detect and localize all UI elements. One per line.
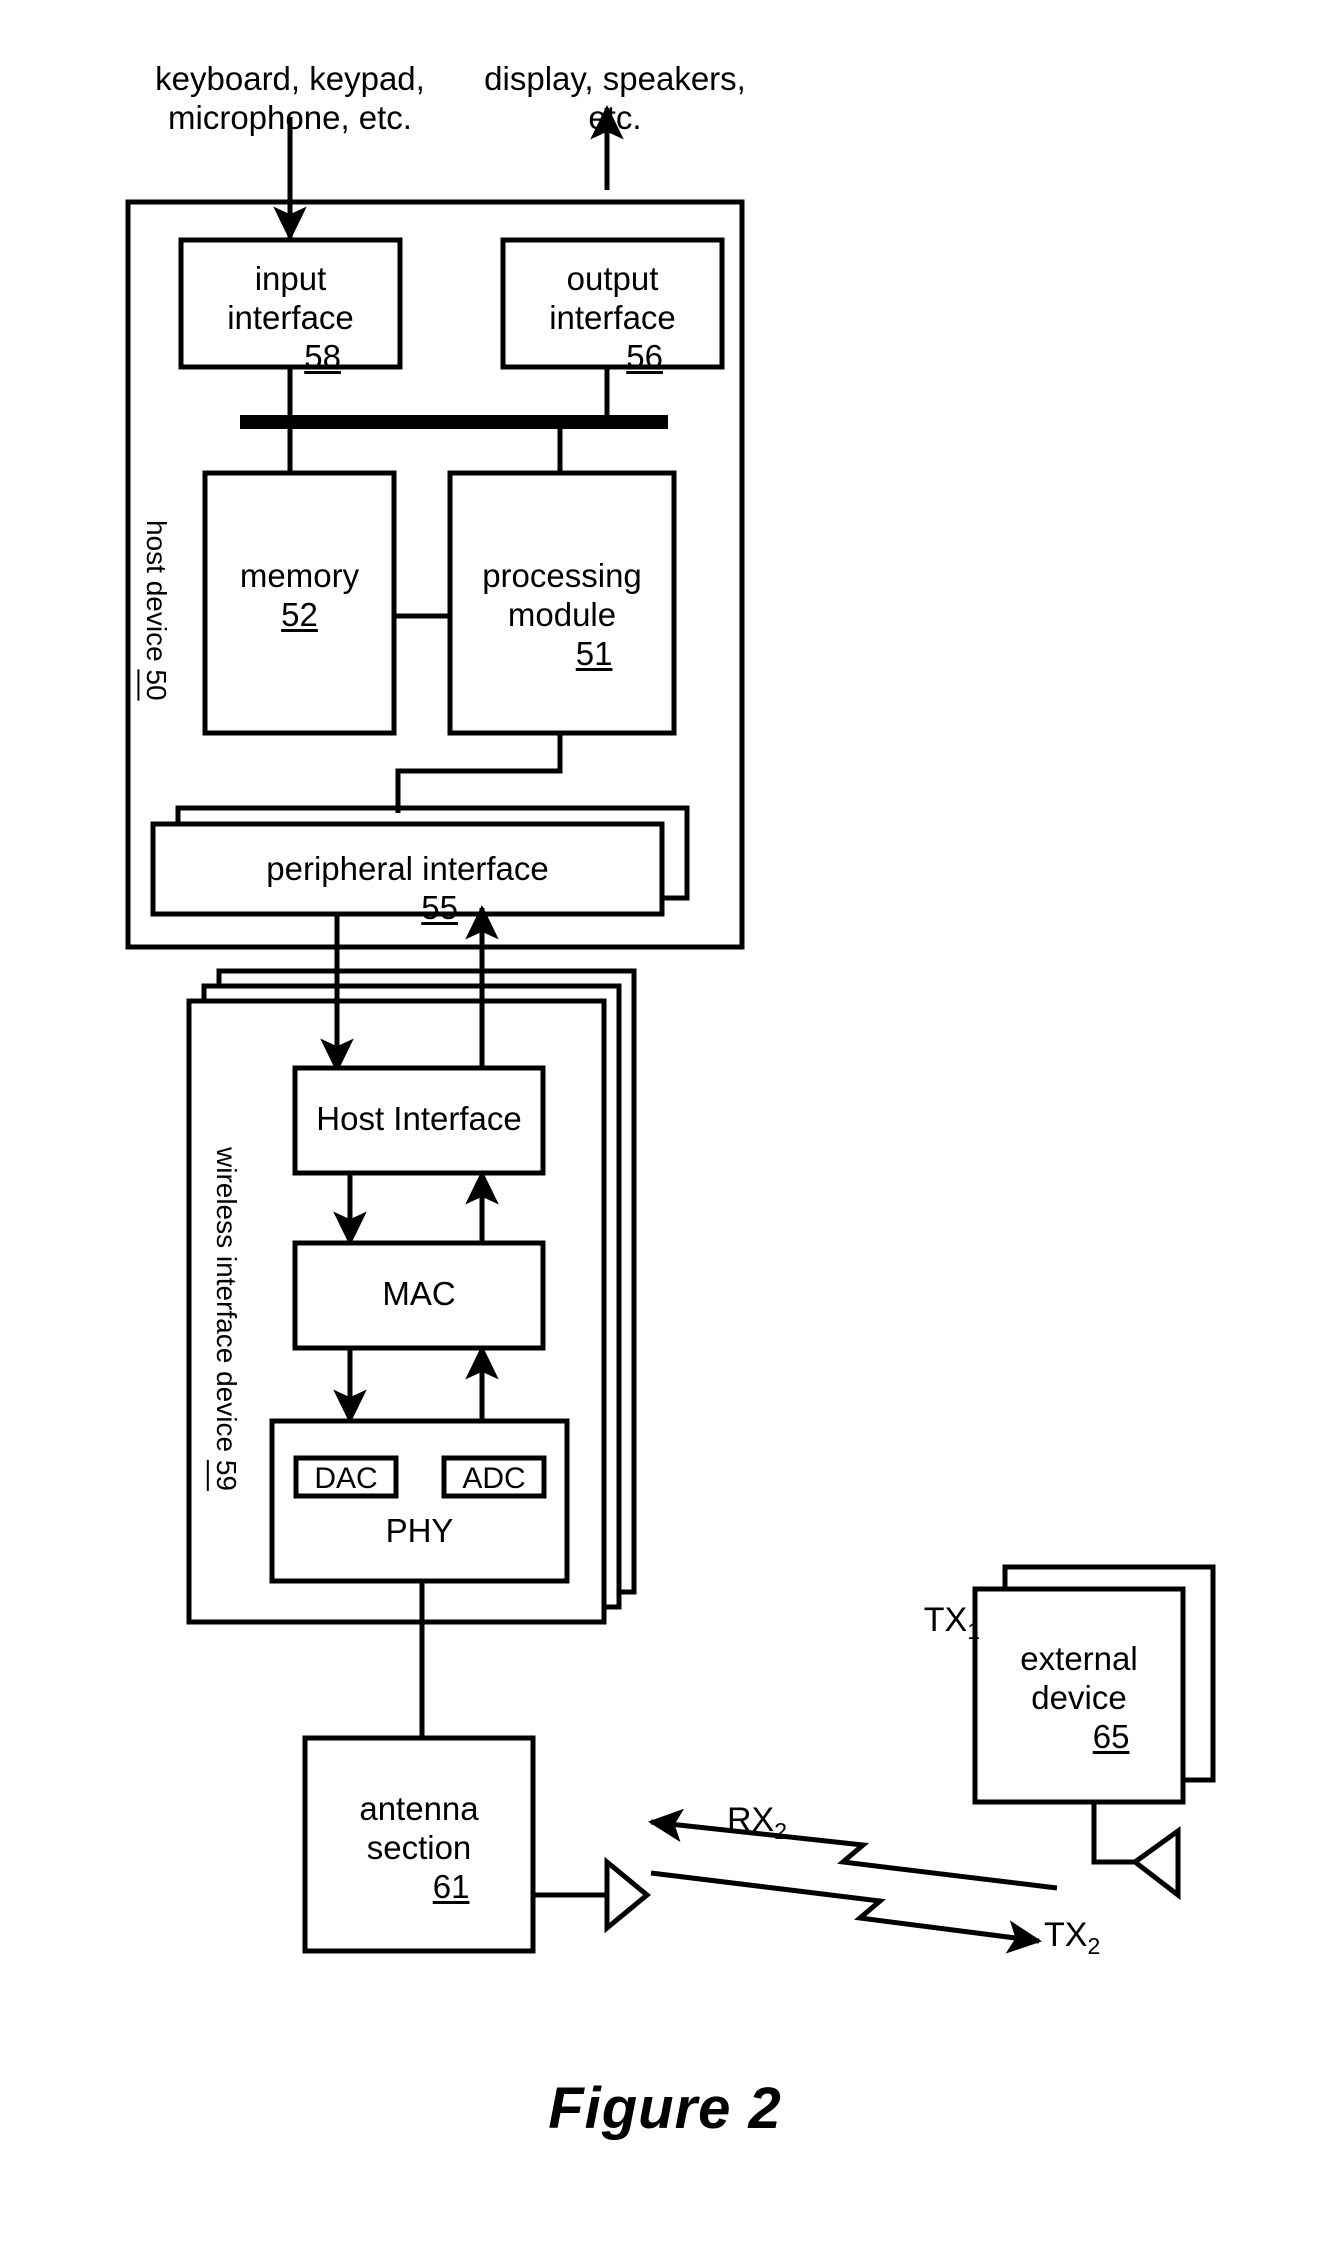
rx2-text: RX [727,1801,775,1839]
tx2-lightning-arrow [650,1870,1042,1954]
host-device-enclosure-label: host device 50 [141,470,172,750]
phy-box [269,1418,570,1584]
figure-caption: Figure 2 [548,2076,782,2141]
tx2-subscript: 2 [1087,1932,1101,1959]
input-interface-ref: 58 [304,337,341,375]
host-device-label-text: host device [141,519,172,662]
external-device-feed-line [1091,1802,1135,1865]
output-interface-ref: 56 [626,337,663,375]
output-interface-line2: interface [549,298,676,336]
external-device-line1: external [1020,1640,1138,1677]
input-sources-annotation: keyboard, keypad, microphone, etc. [155,60,425,136]
patent-figure-2: keyboard, keypad, microphone, etc. displ… [0,0,1331,2243]
rx2-subscript: 2 [774,1817,788,1844]
external-device-ref: 65 [1092,1717,1130,1755]
antenna-section-line2: section [366,1828,472,1866]
external-device-line2: device [1031,1678,1127,1716]
processing-module-line1: processing [482,557,642,594]
processing-module-ref: 51 [575,634,613,672]
output-interface-label: output interface 56 [503,260,722,377]
wireless-device-label-text: wireless interface device [211,1147,242,1453]
peripheral-interface-label: peripheral interface 55 [153,850,662,928]
wireless-device-enclosure-label: wireless interface device 59 [211,1104,242,1534]
processing-to-peripheral-connector [395,733,563,813]
antenna-section-line1: antenna [359,1790,479,1827]
memory-label: memory 52 [205,557,394,635]
antenna-section-label: antenna section 61 [305,1790,533,1907]
tx1-text: TX [923,1601,968,1639]
host-interface-label: Host Interface [316,1100,522,1137]
output-sinks-annotation: display, speakers, etc. [484,60,746,136]
tx2-signal-label: TX2 [1044,1915,1154,1960]
rx2-signal-label: RX2 [727,1800,837,1845]
tx1-signal-label: TX1 [890,1600,980,1645]
memory-ref: 52 [281,595,318,633]
dac-label: DAC [314,1462,378,1495]
phy-label: PHY [385,1512,454,1549]
tx2-text: TX [1044,1916,1088,1954]
input-interface-label: input interface 58 [181,260,400,377]
memory-line1: memory [239,557,360,594]
peripheral-interface-line1: peripheral interface [266,850,549,887]
local-antenna-triangle [604,1856,651,1934]
external-antenna-triangle [1130,1826,1181,1901]
adc-label: ADC [462,1462,526,1495]
input-interface-line1: input [254,260,327,297]
mac-label: MAC [382,1275,456,1312]
external-device-label: external device 65 [975,1640,1183,1757]
output-interface-line1: output [566,260,659,297]
wireless-device-label-ref: 59 [211,1459,242,1491]
tx1-subscript: 1 [967,1617,980,1644]
antenna-section-ref: 61 [432,1867,470,1905]
input-interface-line2: interface [227,298,354,336]
peripheral-interface-ref: 55 [421,888,458,926]
processing-module-line2: module [507,595,617,633]
host-device-label-ref: 50 [141,669,172,701]
processing-module-label: processing module 51 [450,557,674,674]
